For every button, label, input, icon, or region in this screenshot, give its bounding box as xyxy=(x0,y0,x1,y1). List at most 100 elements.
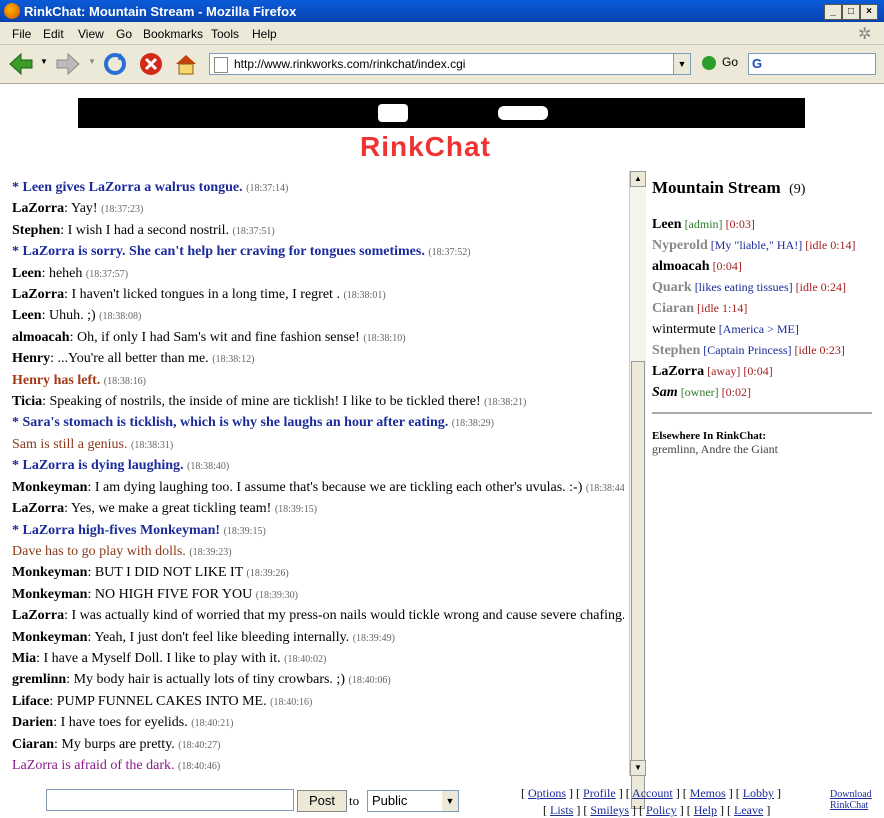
user-list-item[interactable]: Ciaran [idle 1:14] xyxy=(652,298,874,319)
user-list-item[interactable]: Quark [likes eating tissues] [idle 0:24] xyxy=(652,277,874,298)
forward-dropdown-icon[interactable]: ▼ xyxy=(88,57,96,66)
chat-status-text: Sam is still a genius. xyxy=(12,436,131,452)
scroll-thumb[interactable] xyxy=(631,361,645,809)
user-list-item[interactable]: Sam [owner] [0:02] xyxy=(652,382,874,403)
chat-timestamp: (18:38:29) xyxy=(451,418,494,430)
menu-file[interactable]: File xyxy=(12,27,31,41)
room-title: Mountain Stream (9) xyxy=(652,178,874,198)
menu-edit[interactable]: Edit xyxy=(43,27,64,41)
chat-scrollbar[interactable]: ▲ ▼ xyxy=(629,171,646,809)
chat-text: : I have a Myself Doll. I like to play w… xyxy=(36,650,285,666)
footer-link-lobby[interactable]: Lobby xyxy=(743,786,774,800)
user-name[interactable]: LaZorra xyxy=(652,364,704,379)
chat-message: Sam is still a genius. (18:38:31) xyxy=(12,435,624,456)
user-name[interactable]: Leen xyxy=(652,217,682,232)
chat-timestamp: (18:38:10) xyxy=(363,332,406,344)
room-sidebar: Mountain Stream (9) Leen [admin] [0:03] N… xyxy=(652,178,874,403)
user-list-item[interactable]: Nyperold [My "liable," HA!] [idle 0:14] xyxy=(652,235,874,256)
menu-go[interactable]: Go xyxy=(116,27,132,41)
footer-link-policy[interactable]: Policy xyxy=(646,803,677,817)
home-icon[interactable] xyxy=(173,51,199,77)
user-name[interactable]: Sam xyxy=(652,385,678,400)
chat-timestamp: (18:40:46) xyxy=(177,760,221,772)
chat-message: Ticia: Speaking of nostrils, the inside … xyxy=(12,392,624,413)
chat-timestamp: (18:38:31) xyxy=(131,439,174,451)
download-link-line2[interactable]: RinkChat xyxy=(830,800,868,811)
stop-icon[interactable] xyxy=(138,51,164,77)
user-list-item[interactable]: almoacah [0:04] xyxy=(652,256,874,277)
chat-timestamp: (18:39:30) xyxy=(255,589,298,601)
chat-text: : PUMP FUNNEL CAKES INTO ME. xyxy=(49,693,271,709)
user-name[interactable]: Quark xyxy=(652,280,692,295)
go-arrow-icon xyxy=(702,55,716,70)
chat-timestamp: (18:37:51) xyxy=(232,225,275,237)
footer-link-memos[interactable]: Memos xyxy=(690,786,726,800)
footer-link-account[interactable]: Account xyxy=(632,786,673,800)
url-bar[interactable]: http://www.rinkworks.com/rinkchat/index.… xyxy=(209,53,691,75)
recipient-value: Public xyxy=(372,793,408,808)
user-idle-time: [idle 0:23] xyxy=(791,343,845,357)
chat-status-text: LaZorra is afraid of the dark. xyxy=(12,757,178,773)
chat-username: Gortman64 xyxy=(12,779,81,780)
maximize-button[interactable]: □ xyxy=(842,4,860,20)
chat-text: : I have toes for eyelids. xyxy=(53,715,192,731)
chat-text: : NO HIGH FIVE FOR YOU xyxy=(87,586,256,602)
user-name[interactable]: almoacah xyxy=(652,259,710,274)
chat-username: Monkeyman xyxy=(12,565,88,581)
url-dropdown-icon[interactable]: ▼ xyxy=(673,54,690,74)
scroll-up-arrow-icon[interactable]: ▲ xyxy=(630,171,646,187)
menu-view[interactable]: View xyxy=(78,27,104,41)
chat-timestamp: (18:40:27) xyxy=(178,739,221,751)
scroll-down-arrow-icon[interactable]: ▼ xyxy=(630,760,646,776)
forward-arrow-icon[interactable] xyxy=(55,51,81,77)
chat-username: Monkeyman xyxy=(12,479,88,495)
download-link[interactable]: Download RinkChat xyxy=(830,789,872,811)
footer-links-row2: [ Lists ] [ Smileys ] [ Policy ] [ Help … xyxy=(543,803,771,817)
search-box[interactable]: G xyxy=(748,53,876,75)
back-arrow-icon[interactable] xyxy=(8,51,34,77)
menu-help[interactable]: Help xyxy=(252,27,277,41)
reload-icon[interactable] xyxy=(102,51,128,77)
chat-action-text: * LaZorra high-fives Monkeyman! xyxy=(12,522,224,538)
user-name[interactable]: Nyperold xyxy=(652,238,708,253)
minimize-button[interactable]: _ xyxy=(824,4,842,20)
footer-link-profile[interactable]: Profile xyxy=(583,786,616,800)
menu-tools[interactable]: Tools xyxy=(211,27,239,41)
chat-message: gremlinn: My body hair is actually lots … xyxy=(12,670,624,691)
go-button[interactable]: Go xyxy=(702,55,738,70)
url-text[interactable]: http://www.rinkworks.com/rinkchat/index.… xyxy=(234,57,465,71)
user-name[interactable]: Ciaran xyxy=(652,301,694,316)
chat-timestamp: (18:40:06) xyxy=(348,675,391,687)
chat-username: Darien xyxy=(12,715,54,731)
footer-link-lists[interactable]: Lists xyxy=(550,803,573,817)
footer-link-smileys[interactable]: Smileys xyxy=(590,803,629,817)
chat-username: Monkeyman xyxy=(12,629,88,645)
user-list-item[interactable]: LaZorra [away] [0:04] xyxy=(652,361,874,382)
message-input[interactable] xyxy=(46,789,294,811)
user-list-item[interactable]: Leen [admin] [0:03] xyxy=(652,214,874,235)
chat-text: : My burps are pretty. xyxy=(54,736,179,752)
close-button[interactable]: × xyxy=(860,4,878,20)
user-name[interactable]: wintermute xyxy=(652,322,716,337)
chat-message: * LaZorra is sorry. She can't help her c… xyxy=(12,242,624,263)
user-list: Leen [admin] [0:03] Nyperold [My "liable,… xyxy=(652,214,874,403)
user-list-item[interactable]: Stephen [Captain Princess] [idle 0:23] xyxy=(652,340,874,361)
user-idle-time: [0:04] xyxy=(740,364,773,378)
chat-text: : Yes, we make a great tickling team! xyxy=(64,501,275,517)
chevron-down-icon: ▼ xyxy=(442,791,458,811)
user-name[interactable]: Stephen xyxy=(652,343,700,358)
user-list-item[interactable]: wintermute [America > ME] xyxy=(652,319,874,340)
chat-message: Dave has to go play with dolls. (18:39:2… xyxy=(12,542,624,563)
footer-link-options[interactable]: Options xyxy=(528,786,566,800)
footer-link-leave[interactable]: Leave xyxy=(734,803,763,817)
chat-text: : Yay! xyxy=(64,201,102,217)
footer-link-help[interactable]: Help xyxy=(694,803,717,817)
elsewhere-section: Elsewhere In RinkChat: gremlinn, Andre t… xyxy=(652,430,778,457)
chat-text: : My body hair is actually lots of tiny … xyxy=(66,672,349,688)
chat-message: LaZorra is afraid of the dark. (18:40:46… xyxy=(12,756,624,777)
back-dropdown-icon[interactable]: ▼ xyxy=(40,57,48,66)
menu-bookmarks[interactable]: Bookmarks xyxy=(143,27,203,41)
banner-cloud-shape xyxy=(498,106,548,120)
download-link-line1[interactable]: Download xyxy=(830,789,872,800)
chat-action-text: * Sara's stomach is ticklish, which is w… xyxy=(12,415,452,431)
